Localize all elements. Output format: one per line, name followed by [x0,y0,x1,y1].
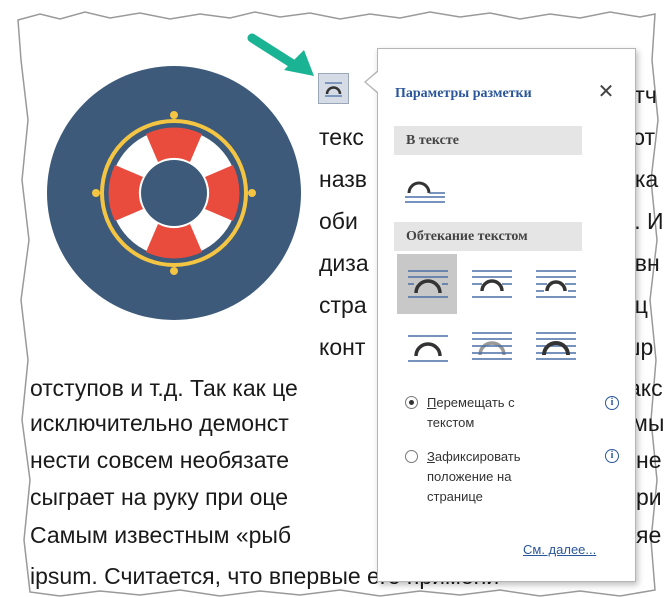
doc-text-line: конт [319,334,366,360]
doc-text-fragment: яе [636,522,662,548]
doc-text-fragment: ри [636,484,662,510]
info-icon[interactable]: i [605,449,619,463]
wrap-option-square[interactable] [397,254,457,314]
inline-with-text-icon [405,181,445,203]
info-icon[interactable]: i [605,396,619,410]
doc-text-line: Самым известным «рыб [30,522,292,548]
layout-options-panel: Параметры разметки ✕ В тексте Обтекание … [377,48,636,582]
wrap-option-top-bottom[interactable] [397,316,457,376]
doc-text-line: отступов и т.д. Так как це [30,375,298,401]
wrap-option-through[interactable] [525,254,585,314]
layout-options-button[interactable] [318,73,349,104]
doc-text-fragment: не [636,447,662,473]
close-button[interactable]: ✕ [595,81,617,103]
radio-fix-label-line2: положение на [427,469,512,484]
panel-title: Параметры разметки [395,86,532,101]
radio-move-label-line2: текстом [427,415,475,430]
doc-text-line: назв [319,166,367,192]
wrap-option-tight[interactable] [461,254,521,314]
doc-text-line: стра [319,292,367,318]
wrap-tight-icon [472,270,512,298]
wrap-top-bottom-icon [408,335,448,362]
doc-text-line: текс [319,124,364,150]
radio-move-label-accel: П [427,395,437,410]
wrap-in-front-icon [536,332,576,360]
radio-button-unchecked[interactable] [405,450,418,463]
doc-text-line: диза [319,250,369,276]
doc-text-line: оби [319,208,358,234]
doc-text-line: сыграет на руку при оце [30,484,289,510]
wrap-option-in-front-of-text[interactable] [525,316,585,376]
doc-text-fragment: мы [632,410,665,436]
radio-button-checked[interactable] [405,396,418,409]
section-wrap-header: Обтекание текстом [394,222,582,251]
wrap-option-inline[interactable] [394,159,454,219]
wrap-option-behind-text[interactable] [461,316,521,376]
wrap-square-icon [408,270,448,298]
arrow-icon [247,33,314,76]
doc-text-line: нести совсем необязате [30,447,290,473]
wrap-through-icon [536,270,576,298]
panel-pointer-fill [366,71,379,93]
wrap-behind-text-icon [472,332,512,360]
doc-text-line: исключительно демонст [30,410,289,436]
radio-fix-label: афиксировать [434,449,521,464]
radio-move-label: еремещать с [436,395,515,410]
radio-fix-label-line3: странице [427,489,483,504]
lifebuoy-image[interactable] [46,60,302,326]
section-inline-header: В тексте [394,126,582,155]
see-more-link[interactable]: См. далее... [523,542,596,557]
layout-options-icon [325,82,342,97]
radio-fix-label-accel: З [427,449,435,464]
